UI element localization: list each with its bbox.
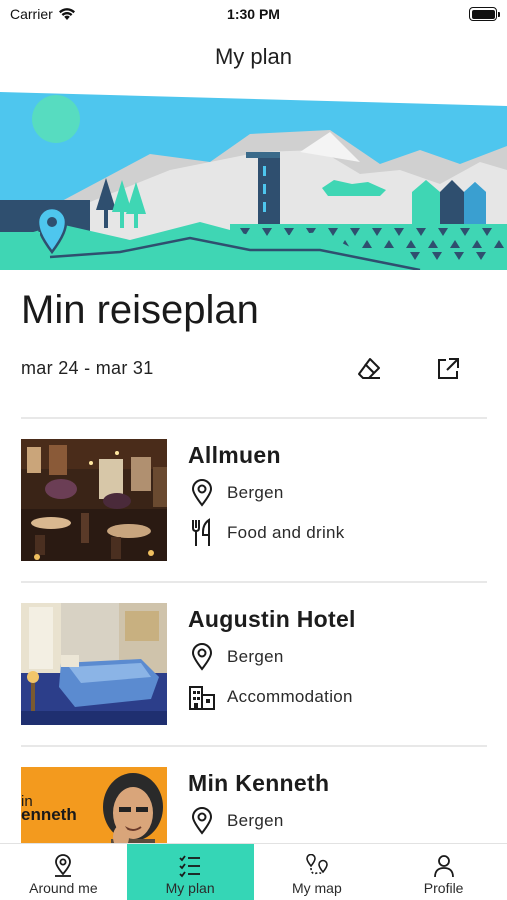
- location-pin-icon: [188, 806, 216, 836]
- item-thumbnail: [21, 439, 167, 561]
- item-location: Bergen: [227, 811, 284, 830]
- map-route-icon: [305, 853, 329, 879]
- building-icon: [188, 682, 216, 712]
- tab-my-plan[interactable]: My plan: [126, 844, 254, 900]
- external-link-icon: [438, 358, 459, 379]
- item-category: Food and drink: [227, 523, 345, 542]
- item-location: Bergen: [227, 647, 284, 666]
- checklist-icon: [178, 853, 202, 879]
- item-name: Allmuen: [188, 442, 281, 468]
- tab-label: My plan: [165, 880, 215, 896]
- hero-illustration: [0, 92, 507, 270]
- eraser-icon: [358, 358, 380, 379]
- tab-label: Profile: [423, 880, 464, 896]
- person-icon: [432, 853, 456, 879]
- item-category-row: Food and drink: [188, 518, 345, 548]
- divider: [21, 745, 487, 747]
- item-thumbnail: [21, 603, 167, 725]
- location-pin-icon: [51, 853, 75, 879]
- page-title: My plan: [214, 44, 293, 69]
- divider: [21, 581, 487, 583]
- location-pin-icon: [188, 642, 216, 672]
- item-name: Min Kenneth: [188, 770, 330, 796]
- plan-title: Min reiseplan: [21, 288, 259, 332]
- item-location: Bergen: [227, 483, 284, 502]
- tab-label: My map: [291, 880, 342, 896]
- item-category: Accommodation: [227, 687, 353, 706]
- list-item[interactable]: Allmuen Bergen Food and drink: [0, 439, 507, 589]
- tab-bar: Around me My plan My map Profile: [0, 843, 507, 900]
- tab-profile[interactable]: Profile: [380, 844, 507, 900]
- location-pin-icon: [188, 478, 216, 508]
- item-name: Augustin Hotel: [188, 606, 356, 632]
- tab-label: Around me: [29, 880, 98, 896]
- battery-icon: [469, 7, 500, 21]
- item-location-row: Bergen: [188, 642, 284, 672]
- tab-around-me[interactable]: Around me: [0, 844, 127, 900]
- item-location-row: Bergen: [188, 806, 284, 836]
- status-time: 1:30 PM: [227, 6, 280, 22]
- clear-plan-button[interactable]: [352, 352, 386, 386]
- date-range[interactable]: mar 24 - mar 31: [21, 358, 154, 379]
- tab-my-map[interactable]: My map: [254, 844, 381, 900]
- fork-knife-icon: [188, 518, 216, 548]
- item-location-row: Bergen: [188, 478, 284, 508]
- item-category-row: Accommodation: [188, 682, 353, 712]
- list-item[interactable]: Augustin Hotel Bergen Accommodation: [0, 603, 507, 753]
- divider: [21, 417, 487, 419]
- share-plan-button[interactable]: [431, 352, 465, 386]
- status-bar: Carrier 1:30 PM: [0, 0, 507, 30]
- thumbnail-text: enneth: [21, 805, 77, 824]
